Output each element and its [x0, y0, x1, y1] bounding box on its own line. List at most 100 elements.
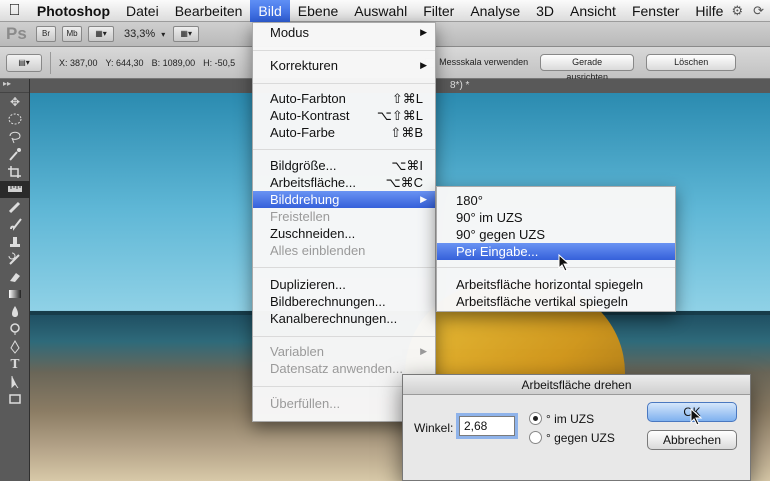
menu-analyse[interactable]: Analyse	[462, 0, 528, 22]
menu-item-rotate-180[interactable]: 180°	[437, 192, 675, 209]
magic-wand-tool-icon[interactable]	[0, 146, 30, 164]
healing-brush-tool-icon[interactable]	[0, 198, 30, 216]
zoom-level[interactable]: 33,3%	[124, 28, 155, 40]
menu-item-label: Modus	[270, 25, 310, 40]
menu-item-rotate-90-ccw[interactable]: 90° gegen UZS	[437, 226, 675, 243]
menu-bar:  Photoshop Datei Bearbeiten Bild Ebene …	[0, 0, 770, 22]
panel-grip-icon[interactable]: ▸▸	[0, 79, 29, 93]
submenu-arrow-icon: ▶	[420, 27, 427, 37]
height-value: H: -50,5	[203, 57, 236, 68]
menu-item-label: Zuschneiden...	[270, 226, 356, 241]
menu-item-bildgroesse[interactable]: Bildgröße... ⌥⌘I	[253, 157, 435, 174]
menu-item-flip-vertical[interactable]: Arbeitsfläche vertikal spiegeln	[437, 293, 675, 310]
menu-bearbeiten[interactable]: Bearbeiten	[167, 0, 251, 22]
ruler-tool-icon[interactable]	[0, 180, 30, 198]
shortcut-label: ⌥⌘I	[391, 158, 423, 173]
apple-menu-icon[interactable]: 	[0, 2, 29, 20]
menu-item-auto-farbe[interactable]: Auto-Farbe ⇧⌘B	[253, 124, 435, 141]
ruler-tool-preset[interactable]: ▤▾	[6, 53, 42, 72]
menu-item-label: Kanalberechnungen...	[270, 311, 398, 326]
menu-item-bildberechnungen[interactable]: Bildberechnungen...	[253, 293, 435, 310]
menu-separator	[437, 267, 675, 268]
menu-item-modus[interactable]: Modus ▶	[253, 24, 435, 41]
menu-filter[interactable]: Filter	[415, 0, 462, 22]
menu-separator	[253, 267, 435, 268]
history-brush-tool-icon[interactable]	[0, 251, 30, 269]
y-coordinate: Y: 644,30	[105, 57, 144, 68]
path-selection-tool-icon[interactable]	[0, 373, 30, 391]
measurement-scale-option[interactable]: Messskala verwenden	[425, 57, 528, 68]
menu-extras: ⚙ ⟳	[731, 3, 770, 19]
menu-item-label: Freistellen	[270, 209, 330, 224]
menu-item-bilddrehung[interactable]: Bilddrehung ▶	[253, 191, 435, 208]
view-extras-button[interactable]: ▦▾	[88, 26, 114, 42]
pen-tool-icon[interactable]	[0, 338, 30, 356]
bilddrehung-submenu: 180° 90° im UZS 90° gegen UZS Per Eingab…	[436, 186, 676, 312]
bridge-button[interactable]: Br	[36, 26, 56, 42]
menu-auswahl[interactable]: Auswahl	[346, 0, 415, 22]
menu-item-freistellen[interactable]: Freistellen	[253, 208, 435, 225]
cancel-button[interactable]: Abbrechen	[647, 430, 737, 450]
menu-hilfe[interactable]: Hilfe	[687, 0, 731, 22]
menu-item-duplizieren[interactable]: Duplizieren...	[253, 276, 435, 293]
menu-item-kanalberechnungen[interactable]: Kanalberechnungen...	[253, 310, 435, 327]
minibridge-button[interactable]: Mb	[62, 26, 82, 42]
document-title: 8*) *	[450, 80, 470, 91]
menu-item-variablen[interactable]: Variablen ▶	[253, 343, 435, 360]
menu-item-auto-farbton[interactable]: Auto-Farbton ⇧⌘L	[253, 90, 435, 107]
menu-item-alles-einblenden[interactable]: Alles einblenden	[253, 242, 435, 259]
stamp-tool-icon[interactable]	[0, 233, 30, 251]
move-tool-icon[interactable]: ✥	[0, 93, 30, 111]
menu-datei[interactable]: Datei	[118, 0, 167, 22]
menu-item-auto-kontrast[interactable]: Auto-Kontrast ⌥⇧⌘L	[253, 107, 435, 124]
x-coordinate: X: 387,00	[59, 57, 98, 68]
menu-ansicht[interactable]: Ansicht	[562, 0, 624, 22]
arrange-documents-button[interactable]: ▦▾	[173, 26, 200, 42]
menu-fenster[interactable]: Fenster	[624, 0, 687, 22]
rotate-canvas-dialog: Arbeitsfläche drehen Winkel: ° im UZS ° …	[402, 374, 751, 481]
menu-item-rotate-90-cw[interactable]: 90° im UZS	[437, 209, 675, 226]
angle-label: Winkel:	[414, 421, 454, 435]
menu-item-arbeitsflaeche[interactable]: Arbeitsfläche... ⌥⌘C	[253, 174, 435, 191]
menu-item-zuschneiden[interactable]: Zuschneiden...	[253, 225, 435, 242]
menu-item-flip-horizontal[interactable]: Arbeitsfläche horizontal spiegeln	[437, 276, 675, 293]
shortcut-label: ⇧⌘L	[391, 91, 423, 106]
eraser-tool-icon[interactable]	[0, 268, 30, 286]
menu-separator	[253, 149, 435, 150]
straighten-button[interactable]: Gerade ausrichten	[540, 54, 635, 82]
counterclockwise-radio[interactable]	[529, 431, 542, 444]
lasso-tool-icon[interactable]	[0, 128, 30, 146]
crop-tool-icon[interactable]	[0, 163, 30, 181]
menu-item-per-eingabe[interactable]: Per Eingabe...	[437, 243, 675, 260]
dialog-title: Arbeitsfläche drehen	[403, 375, 750, 395]
marquee-tool-icon[interactable]	[0, 111, 30, 129]
sync-icon[interactable]: ⟳	[753, 3, 764, 19]
clockwise-label[interactable]: ° im UZS	[546, 412, 594, 426]
menu-item-korrekturen[interactable]: Korrekturen ▶	[253, 57, 435, 74]
blur-tool-icon[interactable]	[0, 303, 30, 321]
angle-input[interactable]	[459, 416, 515, 436]
menu-ebene[interactable]: Ebene	[290, 0, 346, 22]
menu-item-label: Arbeitsfläche...	[270, 175, 356, 190]
zoom-dropdown-icon[interactable]: ▾	[161, 30, 165, 39]
clockwise-radio[interactable]	[529, 412, 542, 425]
brush-tool-icon[interactable]	[0, 216, 30, 234]
counterclockwise-label[interactable]: ° gegen UZS	[546, 431, 615, 445]
clear-button[interactable]: Löschen	[646, 54, 737, 71]
photoshop-logo: Ps	[6, 24, 27, 43]
menu-item-label: Alles einblenden	[270, 243, 366, 258]
gear-icon[interactable]: ⚙	[731, 3, 743, 19]
submenu-arrow-icon: ▶	[420, 60, 427, 70]
menu-3d[interactable]: 3D	[528, 0, 562, 22]
menu-bild[interactable]: Bild	[250, 0, 290, 22]
divider	[50, 51, 51, 74]
measurement-scale-label: Messskala verwenden	[439, 57, 529, 68]
menu-item-label: Bildberechnungen...	[270, 294, 386, 309]
type-tool-icon[interactable]: T	[0, 356, 30, 374]
width-value: B: 1089,00	[151, 57, 196, 68]
menu-item-label: Duplizieren...	[270, 277, 346, 292]
shape-tool-icon[interactable]	[0, 391, 30, 409]
dodge-tool-icon[interactable]	[0, 321, 30, 339]
menu-photoshop[interactable]: Photoshop	[29, 0, 118, 22]
gradient-tool-icon[interactable]	[0, 286, 30, 304]
